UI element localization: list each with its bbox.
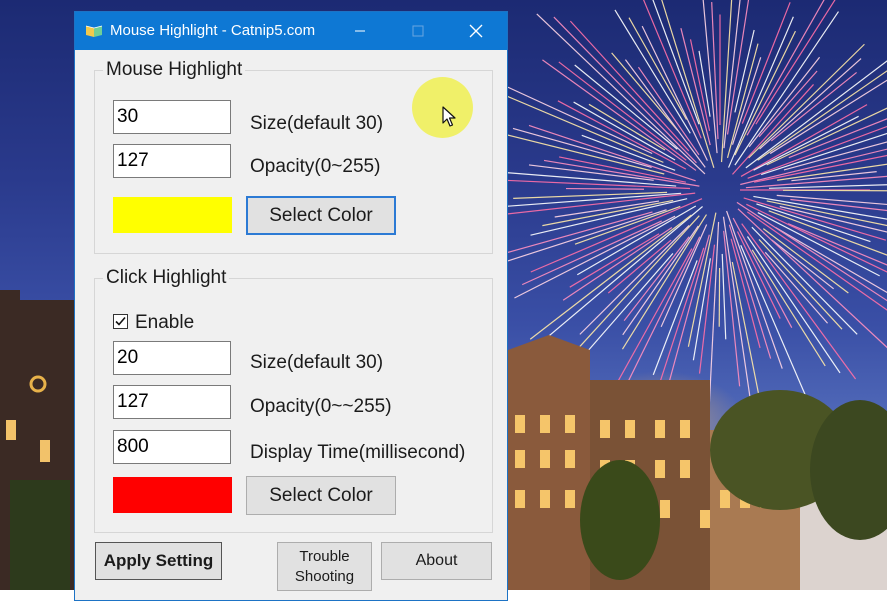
firework-streak <box>542 200 673 225</box>
firework-streak <box>483 212 652 259</box>
lit-window <box>540 490 550 508</box>
maximize-button[interactable] <box>389 12 447 50</box>
firework-streak <box>756 0 837 124</box>
firework-streak <box>663 235 709 404</box>
firework-streak <box>622 215 706 350</box>
firework-streak <box>723 217 750 398</box>
lit-window <box>680 460 690 478</box>
mouse-pointer-icon <box>442 106 456 128</box>
firework-streak <box>742 2 790 123</box>
firework-streak <box>542 60 696 171</box>
click-size-input[interactable] <box>113 341 231 375</box>
mouse-highlight-group-title: Mouse Highlight <box>103 59 245 81</box>
lit-window <box>565 415 575 433</box>
mouse-size-input[interactable] <box>113 100 231 134</box>
close-button[interactable] <box>447 12 505 50</box>
lit-window <box>660 500 670 518</box>
lit-window <box>655 420 665 438</box>
click-color-swatch <box>113 477 232 513</box>
trouble-shooting-label-line1: Trouble <box>299 547 349 567</box>
firework-streak <box>752 227 857 334</box>
lit-window <box>565 490 575 508</box>
display-time-input[interactable] <box>113 430 231 464</box>
apply-setting-button[interactable]: Apply Setting <box>95 542 222 580</box>
lit-window <box>625 420 635 438</box>
window-title: Mouse Highlight - Catnip5.com <box>110 22 315 39</box>
close-icon <box>469 24 483 38</box>
enable-label: Enable <box>135 312 194 334</box>
lit-window <box>540 415 550 433</box>
mouse-color-swatch <box>113 197 232 233</box>
lit-window <box>655 460 665 478</box>
firework-streak <box>506 86 652 153</box>
checkmark-icon <box>114 315 127 328</box>
mouse-opacity-label: Opacity(0~255) <box>250 156 380 178</box>
lit-window <box>680 420 690 438</box>
firework-streak <box>691 39 710 131</box>
lit-window <box>720 490 730 508</box>
minimize-icon <box>354 25 366 37</box>
enable-checkbox[interactable] <box>113 314 128 329</box>
click-size-label: Size(default 30) <box>250 352 383 374</box>
lit-window <box>700 510 710 528</box>
click-highlight-group-title: Click Highlight <box>103 267 229 289</box>
firework-streak <box>531 199 702 272</box>
lit-window <box>540 450 550 468</box>
click-opacity-input[interactable] <box>113 385 231 419</box>
firework-streak <box>589 104 665 150</box>
firework-streak <box>612 53 678 131</box>
click-opacity-label: Opacity(0~~255) <box>250 396 392 418</box>
trouble-shooting-button[interactable]: Trouble Shooting <box>277 542 372 591</box>
minimize-button[interactable] <box>331 12 389 50</box>
about-button[interactable]: About <box>381 542 492 580</box>
firework-streak <box>531 199 688 235</box>
click-highlight-group: Click Highlight Enable Size(default 30) … <box>94 278 493 533</box>
lit-window <box>600 420 610 438</box>
mouse-select-color-button[interactable]: Select Color <box>246 196 396 235</box>
firework-streak <box>513 192 667 198</box>
firework-streak <box>763 229 848 293</box>
trouble-shooting-label-line2: Shooting <box>295 567 354 587</box>
firework-streak <box>688 213 715 347</box>
title-bar[interactable]: Mouse Highlight - Catnip5.com <box>75 12 507 50</box>
firework-streak <box>712 2 718 139</box>
maximize-icon <box>412 25 424 37</box>
firework-streak <box>566 189 644 190</box>
mouse-size-label: Size(default 30) <box>250 113 383 135</box>
lit-window <box>515 490 525 508</box>
firework-streak <box>783 190 887 191</box>
mouse-opacity-input[interactable] <box>113 144 231 178</box>
firework-streak <box>529 125 696 180</box>
firework-streak <box>489 89 663 163</box>
firework-streak <box>722 254 726 339</box>
lit-window <box>515 450 525 468</box>
display-time-label: Display Time(millisecond) <box>250 442 465 464</box>
lit-window <box>515 415 525 433</box>
firework-streak <box>522 221 662 285</box>
firework-streak <box>497 132 664 174</box>
lit-window <box>565 450 575 468</box>
firework-streak <box>777 195 887 207</box>
click-select-color-button[interactable]: Select Color <box>246 476 396 515</box>
left-buildings <box>0 290 74 590</box>
app-book-icon <box>85 24 103 38</box>
